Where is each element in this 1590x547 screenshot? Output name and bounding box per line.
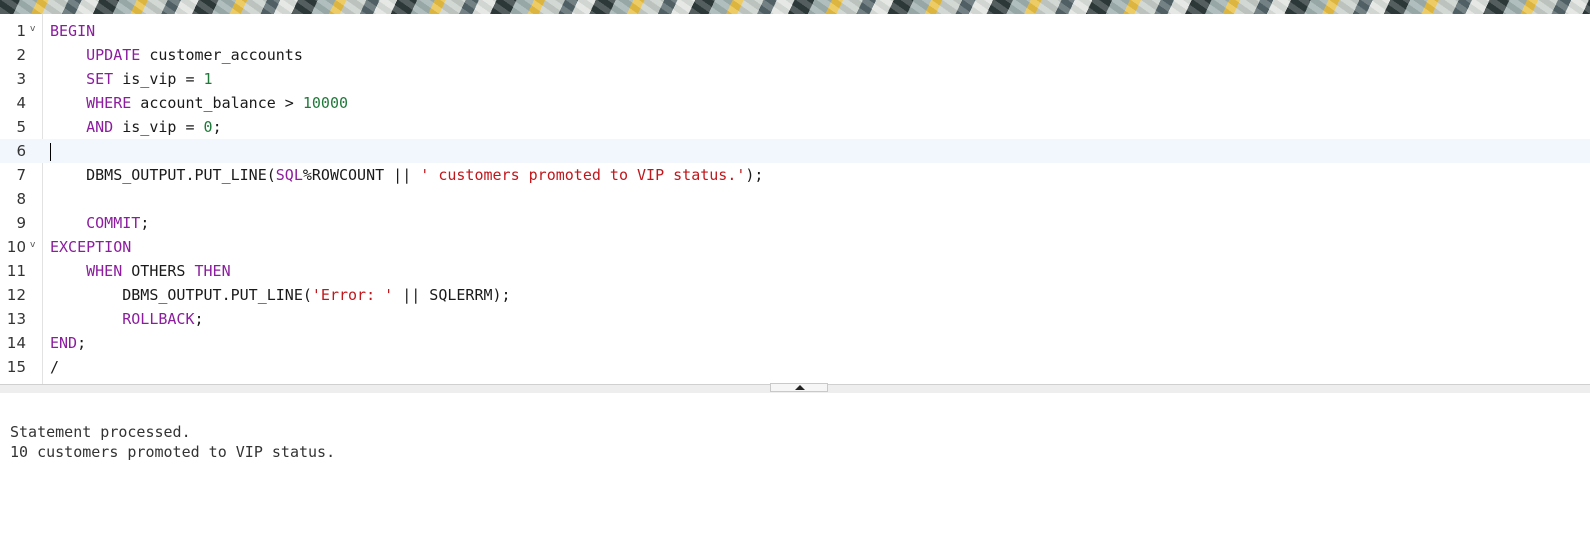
token-text: ; <box>140 214 150 232</box>
code-line[interactable]: 7 DBMS_OUTPUT.PUT_LINE(SQL%ROWCOUNT || '… <box>0 163 1590 187</box>
token-keyword: BEGIN <box>50 22 96 40</box>
token-text: / <box>50 358 60 376</box>
token-text: is_vip = <box>113 118 204 136</box>
code-text: WHEN OTHERS THEN <box>50 259 231 283</box>
token-number: 1 <box>203 70 213 88</box>
code-line[interactable]: 2 UPDATE customer_accounts <box>0 43 1590 67</box>
code-text: EXCEPTION <box>50 235 131 259</box>
token-text: %ROWCOUNT || <box>302 166 421 184</box>
line-number: 5 <box>16 118 26 136</box>
code-line[interactable]: 9 COMMIT; <box>0 211 1590 235</box>
line-number: 13 <box>6 310 26 328</box>
code-line[interactable]: 10 v EXCEPTION <box>0 235 1590 259</box>
code-line[interactable]: 12 DBMS_OUTPUT.PUT_LINE('Error: ' || SQL… <box>0 283 1590 307</box>
token-keyword: EXCEPTION <box>50 238 132 256</box>
code-line[interactable]: 6 <box>0 139 1590 163</box>
token-keyword: WHEN <box>86 262 123 280</box>
line-number: 6 <box>16 142 26 160</box>
token-number: 10000 <box>302 94 349 112</box>
code-line[interactable]: 4 WHERE account_balance > 10000 <box>0 91 1590 115</box>
token-text: || SQLERRM); <box>393 286 511 304</box>
token-text: account_balance > <box>131 94 303 112</box>
token-keyword: SQL <box>275 166 303 184</box>
token-keyword: AND <box>86 118 114 136</box>
chevron-down-icon[interactable]: v <box>30 24 35 34</box>
token-keyword: COMMIT <box>86 214 141 232</box>
code-text <box>50 139 51 163</box>
code-editor[interactable]: 1 v BEGIN 2 UPDATE customer_accounts 3 SET i… <box>0 14 1590 384</box>
code-line[interactable]: 14 END; <box>0 331 1590 355</box>
chevron-down-icon[interactable]: v <box>30 240 35 250</box>
code-text: UPDATE customer_accounts <box>50 43 303 67</box>
code-line[interactable]: 8 <box>0 187 1590 211</box>
token-text: ; <box>77 334 87 352</box>
code-text: SET is_vip = 1 <box>50 67 213 91</box>
token-keyword: WHERE <box>86 94 132 112</box>
code-line[interactable]: 13 ROLLBACK; <box>0 307 1590 331</box>
code-text: / <box>50 355 59 379</box>
line-number: 9 <box>16 214 26 232</box>
line-number: 3 <box>16 70 26 88</box>
line-number: 10 <box>6 238 26 256</box>
token-keyword: SET <box>86 70 114 88</box>
token-keyword: UPDATE <box>86 46 141 64</box>
code-line[interactable]: 3 SET is_vip = 1 <box>0 67 1590 91</box>
collapse-output-button[interactable] <box>770 383 828 392</box>
code-text: AND is_vip = 0; <box>50 115 222 139</box>
output-line: 10 customers promoted to VIP status. <box>10 443 336 461</box>
code-text: WHERE account_balance > 10000 <box>50 91 348 115</box>
decorative-banner <box>0 0 1590 14</box>
code-text: END; <box>50 331 86 355</box>
token-text: is_vip = <box>113 70 204 88</box>
text-cursor <box>50 142 51 161</box>
code-text: DBMS_OUTPUT.PUT_LINE('Error: ' || SQLERR… <box>50 283 511 307</box>
token-text: DBMS_OUTPUT.PUT_LINE( <box>50 166 276 184</box>
token-keyword: END <box>50 334 78 352</box>
code-text: DBMS_OUTPUT.PUT_LINE(SQL%ROWCOUNT || ' c… <box>50 163 763 187</box>
line-number: 4 <box>16 94 26 112</box>
code-line[interactable]: 5 AND is_vip = 0; <box>0 115 1590 139</box>
code-line[interactable]: 1 v BEGIN <box>0 19 1590 43</box>
line-number: 14 <box>6 334 26 352</box>
line-number: 15 <box>6 358 26 376</box>
token-text: ); <box>745 166 764 184</box>
line-number: 12 <box>6 286 26 304</box>
line-number: 7 <box>16 166 26 184</box>
line-number: 11 <box>6 262 26 280</box>
token-string: ' customers promoted to VIP status.' <box>420 166 746 184</box>
token-text: ; <box>194 310 204 328</box>
token-keyword: ROLLBACK <box>122 310 195 328</box>
token-keyword: THEN <box>194 262 231 280</box>
code-line[interactable]: 11 WHEN OTHERS THEN <box>0 259 1590 283</box>
token-text: customer_accounts <box>140 46 303 64</box>
line-number: 8 <box>16 190 26 208</box>
token-number: 0 <box>203 118 213 136</box>
code-text: COMMIT; <box>50 211 149 235</box>
code-text: BEGIN <box>50 19 95 43</box>
code-line[interactable]: 15 / <box>0 355 1590 379</box>
line-number: 1 <box>16 22 26 40</box>
token-text: ; <box>212 118 222 136</box>
output-panel: Statement processed. 10 customers promot… <box>0 393 1590 547</box>
line-number: 2 <box>16 46 26 64</box>
token-text: DBMS_OUTPUT.PUT_LINE( <box>50 286 312 304</box>
token-string: 'Error: ' <box>311 286 394 304</box>
output-line: Statement processed. <box>10 423 191 441</box>
code-text: ROLLBACK; <box>50 307 204 331</box>
token-text: OTHERS <box>122 262 195 280</box>
